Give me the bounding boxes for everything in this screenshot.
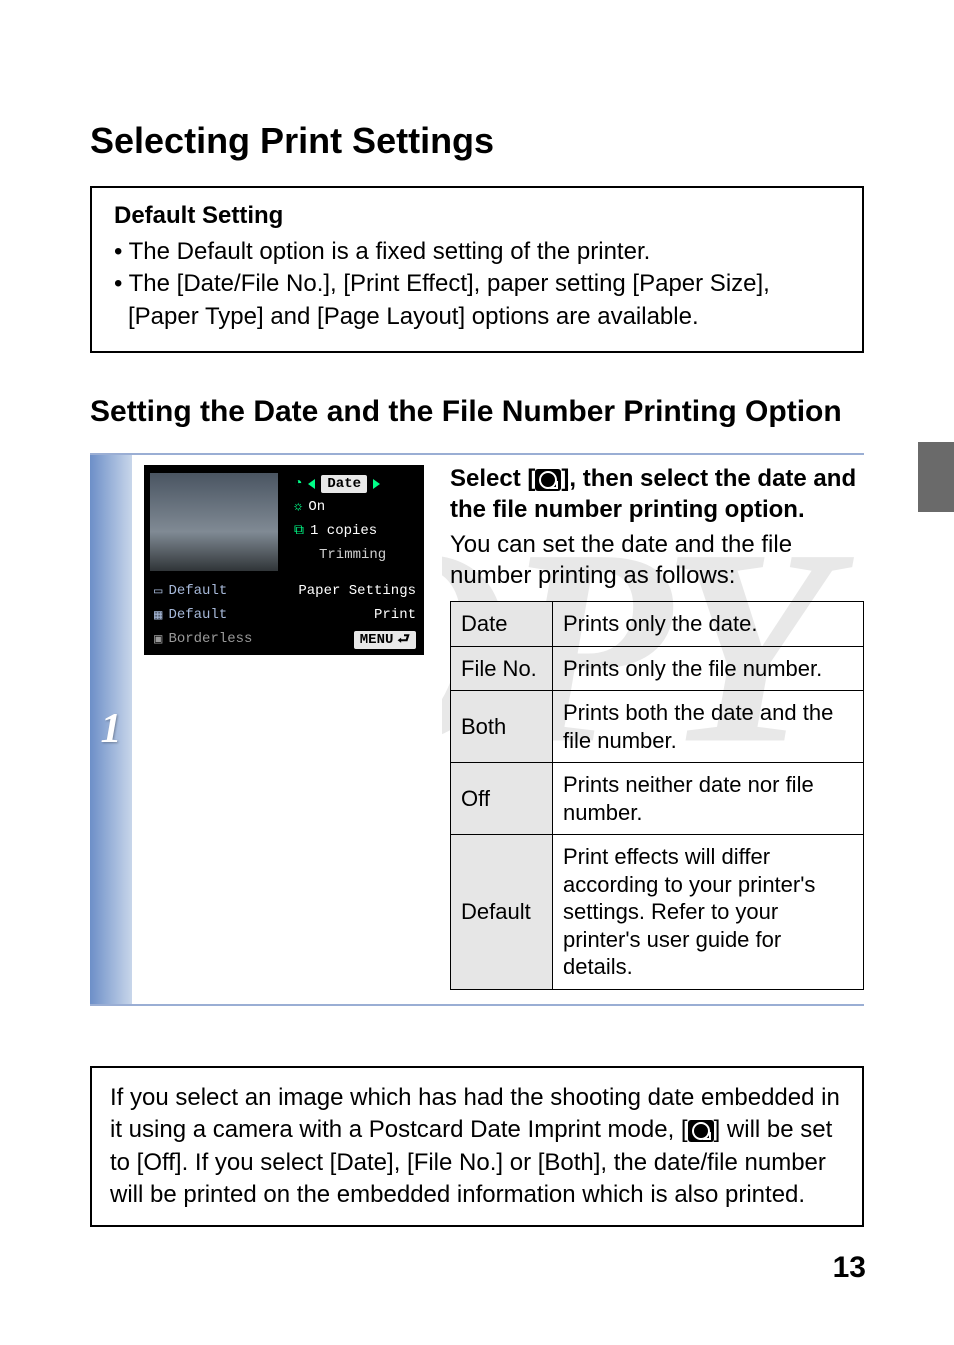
table-row: File No. Prints only the file number.	[451, 646, 864, 691]
left-arrow-icon	[308, 479, 315, 489]
camera-borderless-label: Borderless	[168, 631, 252, 647]
option-label: Both	[451, 691, 553, 763]
camera-row-trimming: Trimming	[319, 547, 386, 563]
table-row: Off Prints neither date nor file number.	[451, 763, 864, 835]
paper-icon: ▦	[154, 607, 162, 624]
option-desc: Prints only the date.	[553, 602, 864, 647]
step-screenshot-column: ◔ Date ☼ On ⧉ 1 copies Trimming ▭	[132, 455, 442, 1004]
date-stamp-icon	[688, 1120, 714, 1142]
option-desc: Print effects will differ according to y…	[553, 835, 864, 990]
camera-print-label: Print	[374, 607, 416, 623]
date-stamp-icon	[535, 469, 561, 491]
copies-icon: ⧉	[294, 523, 304, 539]
camera-menu-label: MENU	[360, 632, 394, 648]
instruction-heading: Select [], then select the date and the …	[450, 463, 864, 525]
camera-row-print: Print	[374, 607, 416, 623]
camera-lcd-screenshot: ◔ Date ☼ On ⧉ 1 copies Trimming ▭	[144, 465, 424, 655]
camera-row-date: ◔ Date	[294, 475, 380, 493]
camera-menu-button: MENU ⮐	[354, 631, 416, 649]
option-desc: Prints neither date nor file number.	[553, 763, 864, 835]
option-desc: Prints both the date and the file number…	[553, 691, 864, 763]
option-desc: Prints only the file number.	[553, 646, 864, 691]
camera-on-label: On	[308, 499, 325, 515]
camera-row-paper-settings: Paper Settings	[298, 583, 416, 599]
layout-icon: ▣	[154, 631, 162, 648]
camera-row-copies: ⧉ 1 copies	[294, 523, 377, 539]
camera-row-default-2: ▦ Default	[154, 607, 227, 624]
camera-paper-settings-label: Paper Settings	[298, 583, 416, 599]
step-number-column: 1	[90, 455, 132, 1004]
camera-default1-label: Default	[168, 583, 227, 599]
step-number: 1	[101, 705, 122, 753]
instruction-prefix: Select [	[450, 465, 535, 492]
default-setting-box: Default Setting • The Default option is …	[90, 186, 864, 353]
default-setting-line-2: • The [Date/File No.], [Print Effect], p…	[114, 268, 840, 333]
option-label: Off	[451, 763, 553, 835]
option-label: Default	[451, 835, 553, 990]
clock-icon: ◔	[294, 476, 302, 492]
options-table: Date Prints only the date. File No. Prin…	[450, 601, 864, 990]
page-heading: Selecting Print Settings	[90, 120, 864, 162]
camera-thumbnail	[150, 473, 278, 571]
camera-row-borderless: ▣ Borderless	[154, 631, 252, 648]
section-subheading: Setting the Date and the File Number Pri…	[90, 393, 864, 431]
step-row: 1 ◔ Date ☼ On ⧉ 1 copies	[90, 453, 864, 1006]
camera-row-menu: MENU ⮐	[354, 631, 416, 649]
camera-copies-label: 1 copies	[310, 523, 377, 539]
camera-row-on: ☼ On	[294, 499, 325, 515]
table-row: Default Print effects will differ accord…	[451, 835, 864, 990]
return-icon: ⮐	[397, 628, 410, 652]
default-setting-line-1: • The Default option is a fixed setting …	[114, 236, 840, 268]
sheet-icon: ▭	[154, 583, 162, 600]
effect-icon: ☼	[294, 499, 302, 515]
table-row: Both Prints both the date and the file n…	[451, 691, 864, 763]
right-arrow-icon	[373, 479, 380, 489]
table-row: Date Prints only the date.	[451, 602, 864, 647]
step-instruction-column: Select [], then select the date and the …	[442, 455, 864, 1004]
camera-default2-label: Default	[168, 607, 227, 623]
camera-row-default-1: ▭ Default	[154, 583, 227, 600]
option-label: File No.	[451, 646, 553, 691]
default-setting-title: Default Setting	[114, 202, 840, 230]
camera-selected-option: Date	[321, 475, 367, 493]
option-label: Date	[451, 602, 553, 647]
note-box: If you select an image which has had the…	[90, 1066, 864, 1228]
camera-trimming-label: Trimming	[319, 547, 386, 563]
instruction-body: You can set the date and the file number…	[450, 529, 864, 591]
